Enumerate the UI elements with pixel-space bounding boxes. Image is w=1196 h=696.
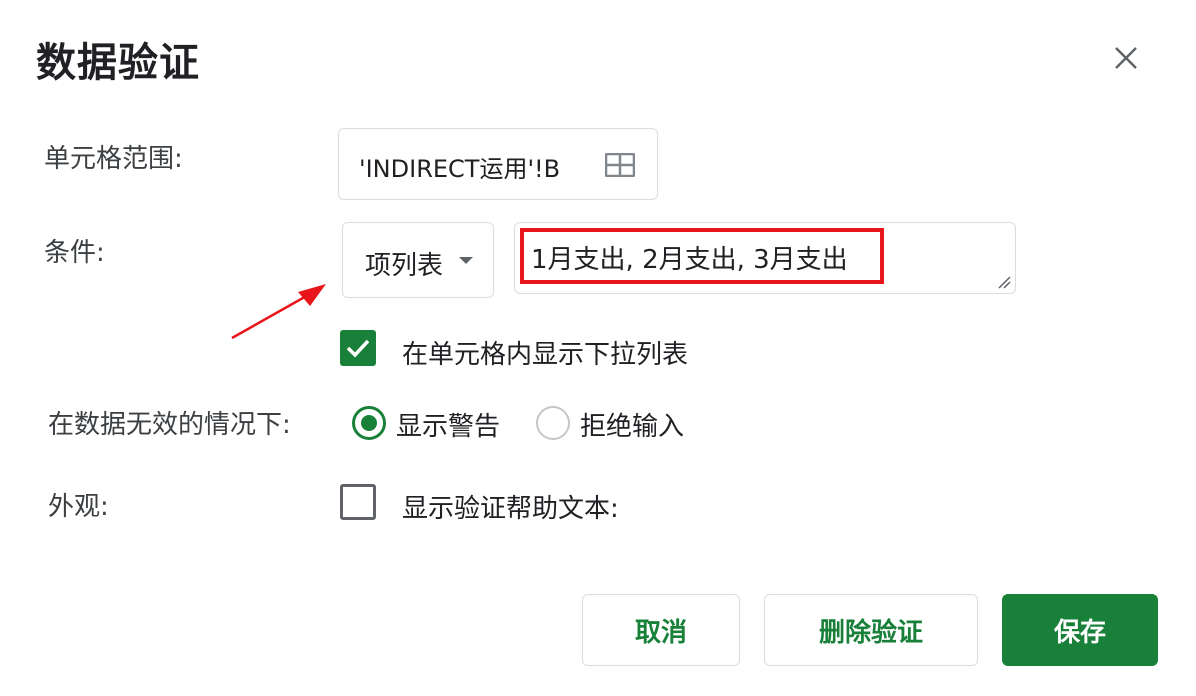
show-dropdown-label[interactable]: 在单元格内显示下拉列表 [402, 334, 688, 371]
condition-type-select[interactable]: 项列表 [342, 222, 494, 298]
save-button[interactable]: 保存 [1002, 594, 1158, 666]
annotation-highlight-box [520, 228, 884, 284]
show-dropdown-checkbox[interactable] [340, 330, 376, 366]
chevron-down-icon [459, 257, 473, 264]
appearance-label: 外观: [48, 492, 109, 522]
condition-type-value: 项列表 [365, 251, 444, 281]
resize-handle-icon[interactable] [997, 275, 1011, 289]
invalid-data-label: 在数据无效的情况下: [48, 410, 291, 440]
cancel-button[interactable]: 取消 [582, 594, 740, 666]
radio-reject-input[interactable] [536, 406, 570, 440]
remove-validation-button[interactable]: 删除验证 [764, 594, 978, 666]
dialog-title: 数据验证 [36, 40, 200, 86]
radio-show-warning[interactable] [352, 406, 386, 440]
show-help-text-label[interactable]: 显示验证帮助文本: [402, 488, 619, 525]
range-input[interactable]: 'INDIRECT运用'!B [338, 128, 658, 200]
annotation-arrow-icon [231, 284, 326, 340]
show-warning-label[interactable]: 显示警告 [396, 406, 500, 443]
checkmark-icon [346, 339, 370, 358]
range-value: 'INDIRECT运用'!B [359, 155, 561, 183]
close-icon [1115, 47, 1137, 69]
grid-select-icon[interactable] [604, 152, 636, 178]
close-button[interactable] [1108, 40, 1144, 76]
condition-label: 条件: [44, 238, 105, 268]
range-label: 单元格范围: [44, 144, 183, 174]
show-help-text-checkbox[interactable] [340, 484, 376, 520]
reject-input-label[interactable]: 拒绝输入 [580, 406, 684, 443]
